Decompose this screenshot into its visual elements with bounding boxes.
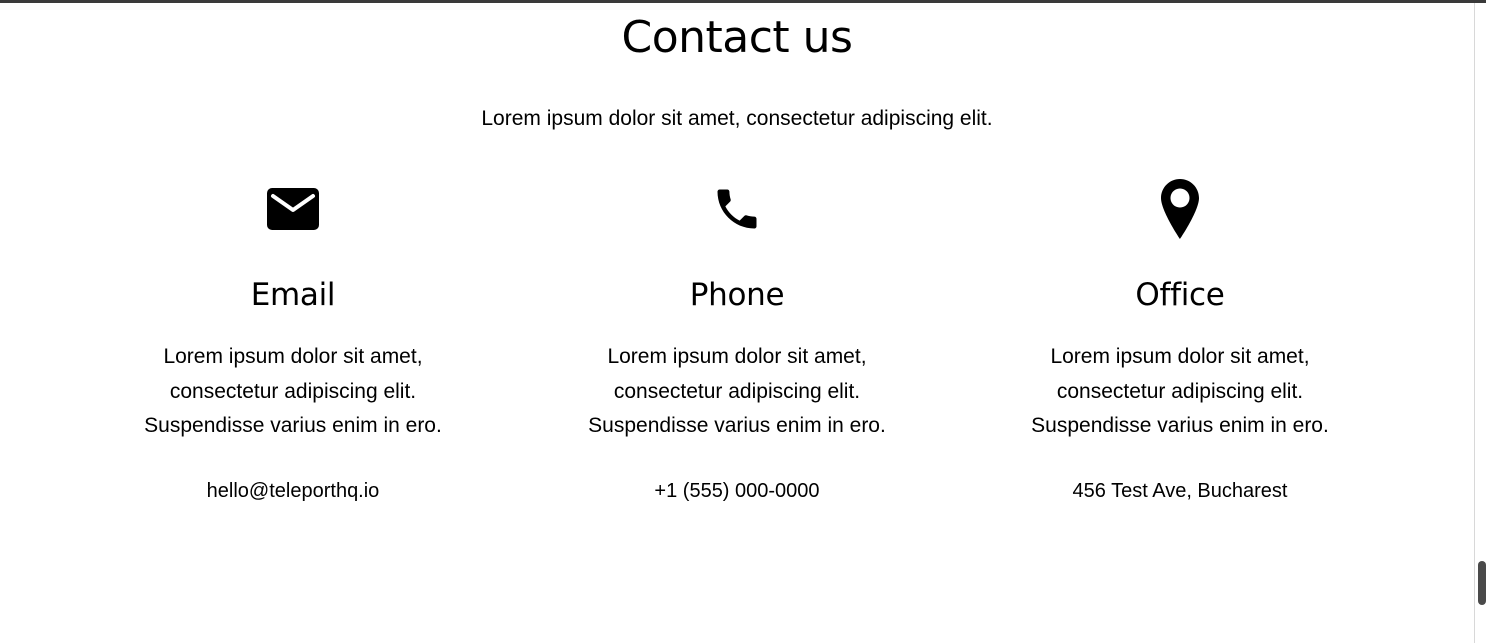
email-description-line: consectetur adipiscing elit. bbox=[169, 379, 417, 403]
email-description: Lorem ipsum dolor sit amet, consectetur … bbox=[113, 340, 473, 444]
office-description-line: Suspendisse varius enim in ero. bbox=[1031, 414, 1329, 437]
phone-number-link[interactable]: +1 (555) 000-0000 bbox=[557, 476, 917, 506]
phone-description-line: Lorem ipsum dolor sit amet, bbox=[607, 345, 867, 368]
office-address-link[interactable]: 456 Test Ave, Bucharest bbox=[1000, 476, 1360, 506]
section-subtitle: Lorem ipsum dolor sit amet, consectetur … bbox=[481, 107, 993, 130]
phone-icon-graphic bbox=[717, 189, 757, 229]
office-description: Lorem ipsum dolor sit amet, consectetur … bbox=[1000, 340, 1360, 444]
contact-section: Contact us Lorem ipsum dolor sit amet, c… bbox=[0, 3, 1474, 643]
office-description-line: consectetur adipiscing elit. bbox=[1056, 379, 1304, 403]
phone-icon bbox=[697, 171, 777, 247]
email-description-line: Lorem ipsum dolor sit amet, bbox=[163, 345, 423, 368]
section-title: Contact us bbox=[621, 12, 853, 63]
contact-page: Contact us Lorem ipsum dolor sit amet, c… bbox=[0, 0, 1486, 643]
phone-title: Phone bbox=[689, 277, 785, 313]
office-title: Office bbox=[1135, 277, 1225, 313]
email-title: Email bbox=[250, 277, 336, 313]
mail-icon-graphic bbox=[267, 188, 319, 230]
mail-icon bbox=[253, 171, 333, 247]
map-pin-icon bbox=[1140, 171, 1220, 247]
map-pin-icon-graphic bbox=[1161, 179, 1199, 239]
email-description-line: Suspendisse varius enim in ero. bbox=[144, 414, 442, 437]
phone-description-line: consectetur adipiscing elit. bbox=[613, 379, 861, 403]
phone-description-line: Suspendisse varius enim in ero. bbox=[588, 414, 886, 437]
phone-description: Lorem ipsum dolor sit amet, consectetur … bbox=[557, 340, 917, 444]
vertical-scrollbar[interactable] bbox=[1474, 3, 1486, 643]
email-address-link[interactable]: hello@teleporthq.io bbox=[113, 476, 473, 506]
scrollbar-thumb[interactable] bbox=[1478, 561, 1486, 605]
office-description-line: Lorem ipsum dolor sit amet, bbox=[1050, 345, 1310, 368]
